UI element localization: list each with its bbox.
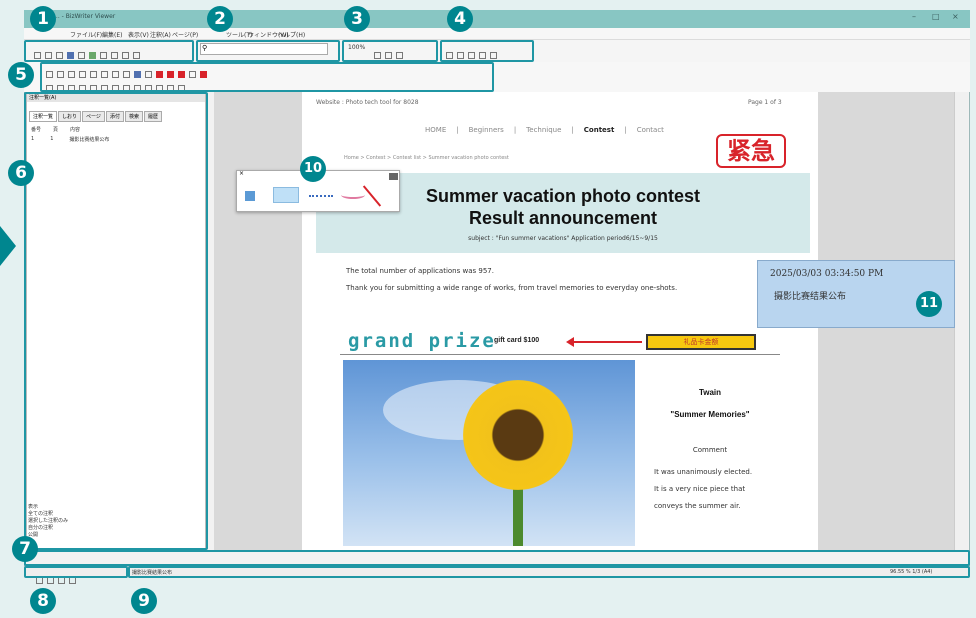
curve-line-icon[interactable] <box>341 191 365 199</box>
callout-badge-11: 11 <box>916 291 942 317</box>
palette-close-icon[interactable]: × <box>239 170 244 177</box>
vertical-scrollbar[interactable] <box>954 92 968 550</box>
callout-badge-8: 8 <box>30 588 56 614</box>
panel-arrow-marker <box>0 226 16 266</box>
nav-contact[interactable]: Contact <box>637 126 664 134</box>
color-swatch-icon[interactable] <box>245 191 255 201</box>
callout-badge-3: 3 <box>344 6 370 32</box>
comment-text: It was unanimously elected. It is a very… <box>654 464 752 515</box>
callout-badge-6: 6 <box>8 160 34 186</box>
gift-tag-annotation[interactable]: 礼品卡金额 <box>646 334 756 350</box>
sunflower-photo <box>343 360 635 546</box>
sunflower-shape <box>463 380 573 490</box>
comment-line-1: It was unanimously elected. <box>654 468 753 476</box>
menu-edit[interactable]: 編集(E) <box>102 30 122 39</box>
menu-page[interactable]: ページ(P) <box>172 30 198 39</box>
nav-home[interactable]: HOME <box>425 126 446 134</box>
callout-badge-4: 4 <box>447 6 473 32</box>
menu-annotation[interactable]: 注釈(A) <box>150 30 171 39</box>
view-mode-3-icon[interactable] <box>58 577 65 584</box>
note-text: 摄影比赛结果公布 <box>774 292 847 302</box>
nav-beginners[interactable]: Beginners <box>469 126 504 134</box>
menu-view[interactable]: 表示(V) <box>128 30 149 39</box>
page-header-site: Website : Photo tech tool for 8028 <box>316 99 419 106</box>
work-title: "Summer Memories" <box>670 410 750 419</box>
close-icon[interactable]: × <box>952 12 959 21</box>
palette-pin-icon[interactable] <box>389 173 398 180</box>
callout-box-6 <box>24 92 208 550</box>
note-timestamp: 2025/03/03 03:34:50 PM <box>770 269 884 279</box>
menu-file[interactable]: ファイル(F) <box>70 30 102 39</box>
view-mode-2-icon[interactable] <box>47 577 54 584</box>
view-mode-4-icon[interactable] <box>69 577 76 584</box>
fill-preview-icon[interactable] <box>273 187 299 203</box>
subject-line: subject : "Fun summer vacations" Applica… <box>468 235 658 242</box>
callout-badge-1: 1 <box>30 6 56 32</box>
callout-badge-5: 5 <box>8 62 34 88</box>
gift-text: gift card $100 <box>494 337 540 344</box>
paragraph-1: The total number of applications was 957… <box>346 267 494 275</box>
callout-box-1 <box>24 40 194 62</box>
line-style-icon[interactable] <box>309 195 333 197</box>
menu-help[interactable]: ヘルプ(H) <box>278 30 305 39</box>
callout-box-7 <box>24 550 970 566</box>
callout-badge-7: 7 <box>12 536 38 562</box>
nav-technique[interactable]: Technique <box>526 126 561 134</box>
red-arrow-head <box>566 337 574 347</box>
paragraph-2: Thank you for submitting a wide range of… <box>346 284 678 292</box>
urgent-stamp[interactable]: 紧急 <box>716 134 786 168</box>
callout-box-2 <box>196 40 340 62</box>
callout-badge-2: 2 <box>207 6 233 32</box>
winner-name: Twain <box>698 388 722 397</box>
breadcrumb: Home > Contest > Contest list > Summer v… <box>344 155 509 161</box>
document-gutter-left <box>214 92 302 550</box>
site-nav: HOME | Beginners | Technique | Contest | Con… <box>425 126 664 134</box>
page-number-info: Page 1 of 3 <box>748 99 782 106</box>
callout-box-9 <box>128 566 970 578</box>
callout-box-3 <box>342 40 438 62</box>
comment-label: Comment <box>692 446 728 454</box>
minimize-icon[interactable]: – <box>912 12 916 21</box>
title-bar <box>24 10 970 28</box>
nav-contest[interactable]: Contest <box>584 126 615 134</box>
maximize-icon[interactable]: □ <box>932 12 940 21</box>
callout-badge-10: 10 <box>300 156 326 182</box>
grand-prize-heading: grand prize <box>348 330 496 352</box>
callout-badge-9: 9 <box>131 588 157 614</box>
red-arrow-shaft <box>572 341 642 343</box>
callout-box-5 <box>40 62 494 92</box>
callout-box-4 <box>440 40 534 62</box>
view-mode-icon[interactable] <box>36 577 43 584</box>
comment-line-2: It is a very nice piece that <box>654 485 746 493</box>
callout-box-8 <box>24 566 128 578</box>
red-line-icon[interactable] <box>362 185 382 207</box>
window-title: ... - BizWriter Viewer <box>54 13 116 20</box>
divider <box>340 354 780 355</box>
comment-line-3: conveys the summer air. <box>654 502 741 510</box>
